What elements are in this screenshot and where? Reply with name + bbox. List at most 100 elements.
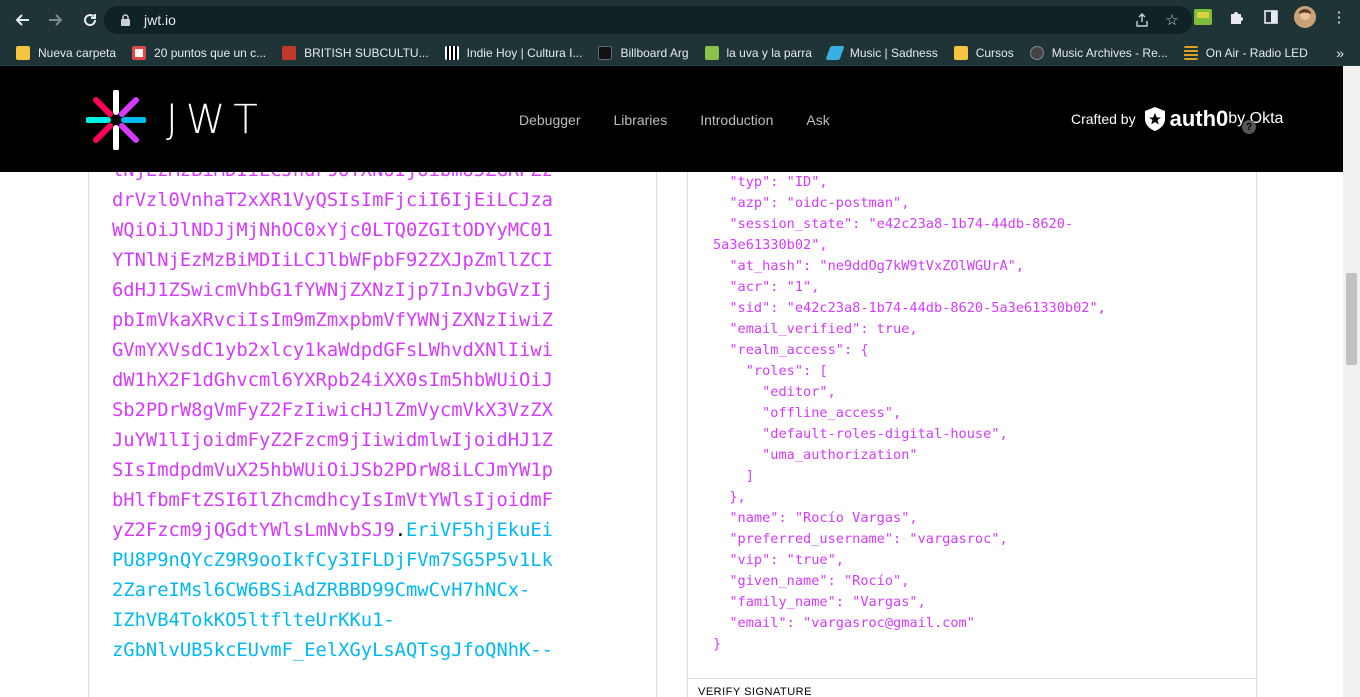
profile-avatar[interactable] [1294,6,1316,28]
extensions-area: ⋮ [1192,6,1350,28]
json-line: "given_name": "Rocío", [713,573,910,589]
decoded-payload-panel: "typ": "ID", "azp": "oidc-postman", "ses… [687,172,1257,697]
crafted-by-label: Crafted by [1071,111,1136,127]
payload-line: WQiOiJlNDJjMjNhOC0xYjc0LTQ0ZGItODYyMC01 [112,220,553,241]
extension-game-icon[interactable] [1192,6,1214,28]
browser-toolbar: jwt.io ☆ ⋮ [0,0,1360,40]
signature-line: EriVF5hjEkuEi [406,520,553,541]
payload-json: "typ": "ID", "azp": "oidc-postman", "ses… [713,172,1106,655]
json-line: "realm_access": { [713,342,869,358]
json-line: "uma_authorization" [713,447,918,463]
encoded-token-panel[interactable]: lNjEzMzBiMDIiLCJhdF9oYXNoIjoibmU5ZGRPZz … [88,172,657,697]
payload-line: YTNlNjEzMzBiMDIiLCJlbWFpbF92ZXJpZmllZCI [112,250,553,271]
json-line: "sid": "e42c23a8-1b74-44db-8620-5a3e6133… [713,300,1106,316]
auth0-wordmark: auth0 [1169,106,1229,131]
bookmark-label: Cursos [975,45,1014,60]
menu-kebab-icon[interactable]: ⋮ [1328,6,1350,28]
payload-line: Sb2PDrW8gVmFyZ2FzIiwicHJlZmVycmVkX3VzZX [112,400,553,421]
bookmark-item[interactable]: Billboard Arg [590,41,696,65]
json-line: "offline_access", [713,405,902,421]
logo-text: JWT [166,97,266,143]
bookmark-label: la uva y la parra [726,45,812,60]
json-line: "name": "Rocío Vargas", [713,510,918,526]
bookmark-item[interactable]: Indie Hoy | Cultura I... [437,41,591,65]
side-panel-icon[interactable] [1260,6,1282,28]
json-line: "family_name": "Vargas", [713,594,926,610]
forward-arrow-icon[interactable] [40,4,72,36]
json-line: 5a3e61330b02", [713,237,828,253]
bookmark-star-icon[interactable]: ☆ [1162,10,1182,30]
bookmark-label: On Air - Radio LED [1205,45,1308,60]
payload-line: pbImVkaXRvciIsIm9mZmxpbmVfYWNjZXNzIiwiZ [112,310,553,331]
json-line: "preferred_username": "vargasroc", [713,531,1008,547]
puzzle-icon[interactable] [1226,6,1248,28]
bookmark-label: 20 puntos que un c... [154,45,267,60]
json-line: "roles": [ [713,363,828,379]
favicon-icon [1183,45,1198,60]
json-line: "email_verified": true, [713,321,918,337]
bookmark-label: Music Archives - Re... [1051,45,1168,60]
page-scrollbar[interactable] [1343,66,1360,697]
folder-icon [16,45,30,60]
site-nav: Debugger Libraries Introduction Ask [519,112,863,128]
favicon-icon [1029,45,1044,60]
favicon-icon [444,45,459,60]
signature-line: PU8P9nQYcZ9R9ooIkfCy3IFLDjFVm7SG5P5v1Lk [112,550,553,571]
auth0-logo[interactable]: auth0 [1144,106,1229,132]
jwt-logo[interactable]: JWT [86,90,266,150]
nav-introduction[interactable]: Introduction [700,112,773,128]
url-text[interactable]: jwt.io [144,12,176,28]
bookmarks-overflow-button[interactable]: » [1336,40,1344,66]
crafted-by[interactable]: Crafted by auth0 by Okta ? [1071,106,1283,134]
verify-signature-heading: VERIFY SIGNATURE [698,686,812,697]
bookmark-item[interactable]: Music Archives - Re... [1022,41,1176,65]
token-separator: . [394,520,406,541]
bookmark-label: Nueva carpeta [38,45,117,60]
payload-line: dW1hX2F1dGhvcml6YXRpb24iXX0sIm5hbWUiOiJ [112,370,553,391]
bookmark-label: Indie Hoy | Cultura I... [466,45,583,60]
bookmark-label: Billboard Arg [620,45,689,60]
help-icon[interactable]: ? [1242,120,1256,134]
payload-line: lNjEzMzBiMDIiLCJhdF9oYXNoIjoibmU5ZGRPZz [112,172,592,186]
payload-line: 6dHJ1ZSwicmVhbG1fYWNjZXNzIjp7InJvbGVzIj [112,280,553,301]
bookmark-item[interactable]: BRITISH SUBCULTU... [274,41,436,65]
json-line: "editor", [713,384,836,400]
encoded-token-textarea[interactable]: lNjEzMzBiMDIiLCJhdF9oYXNoIjoibmU5ZGRPZz … [112,172,592,666]
payload-line: yZ2Fzcm9jQGdtYWlsLmNvbSJ9 [112,520,395,541]
back-arrow-icon[interactable] [6,4,38,36]
payload-json-editor[interactable]: "typ": "ID", "azp": "oidc-postman", "ses… [688,172,1256,679]
payload-line: JuYW1lIjoidmFyZ2Fzcm9jIiwidmlwIjoidHJ1Z [112,430,553,451]
scrollbar-thumb[interactable] [1346,273,1357,365]
json-line: "azp": "oidc-postman", [713,195,910,211]
signature-line: 2ZareIMsl6CW6BSiAdZRBBD99CmwCvH7hNCx- [112,580,531,601]
nav-ask[interactable]: Ask [806,112,829,128]
json-line: "session_state": "e42c23a8-1b74-44db-862… [713,216,1074,232]
favicon-icon [704,45,719,60]
payload-signature-line: yZ2Fzcm9jQGdtYWlsLmNvbSJ9.EriVF5hjEkuEi [112,516,592,546]
json-line: "vip": "true", [713,552,844,568]
payload-line: SIsImdpdmVuX25hbWUiOiJSb2PDrW8iLCJmYW1p [112,460,553,481]
share-icon[interactable] [1132,10,1152,30]
bookmarks-bar: Nueva carpeta 20 puntos que un c... BRIT… [0,40,1360,66]
bookmark-item[interactable]: 20 puntos que un c... [124,41,274,65]
bookmark-item[interactable]: Nueva carpeta [8,41,124,65]
bookmark-item[interactable]: Cursos [946,41,1022,65]
json-line: "default-roles-digital-house", [713,426,1008,442]
signature-line: IZhVB4TokKO5ltflteUrKKu1- [112,610,395,631]
address-bar[interactable]: jwt.io ☆ [104,6,1192,34]
bookmark-item[interactable]: la uva y la parra [697,41,820,65]
jwt-logo-icon [86,90,146,150]
payload-line: bHlfbmFtZSI6IlZhcmdhcyIsImVtYWlsIjoidmF [112,490,553,511]
bookmark-item[interactable]: Music | Sadness [820,41,946,65]
reload-icon[interactable] [74,4,106,36]
nav-libraries[interactable]: Libraries [614,112,668,128]
payload-line: drVzl0VnhaT2xXR1VyQSIsImFjciI6IjEiLCJza [112,190,553,211]
bookmark-label: Music | Sadness [849,45,938,60]
folder-icon [953,45,968,60]
site-header: JWT Debugger Libraries Introduction Ask … [0,66,1343,172]
json-line: ] [713,468,754,484]
bookmark-item[interactable]: On Air - Radio LED [1176,41,1316,65]
nav-debugger[interactable]: Debugger [519,112,581,128]
json-line: }, [713,489,746,505]
lock-icon[interactable] [118,13,132,27]
